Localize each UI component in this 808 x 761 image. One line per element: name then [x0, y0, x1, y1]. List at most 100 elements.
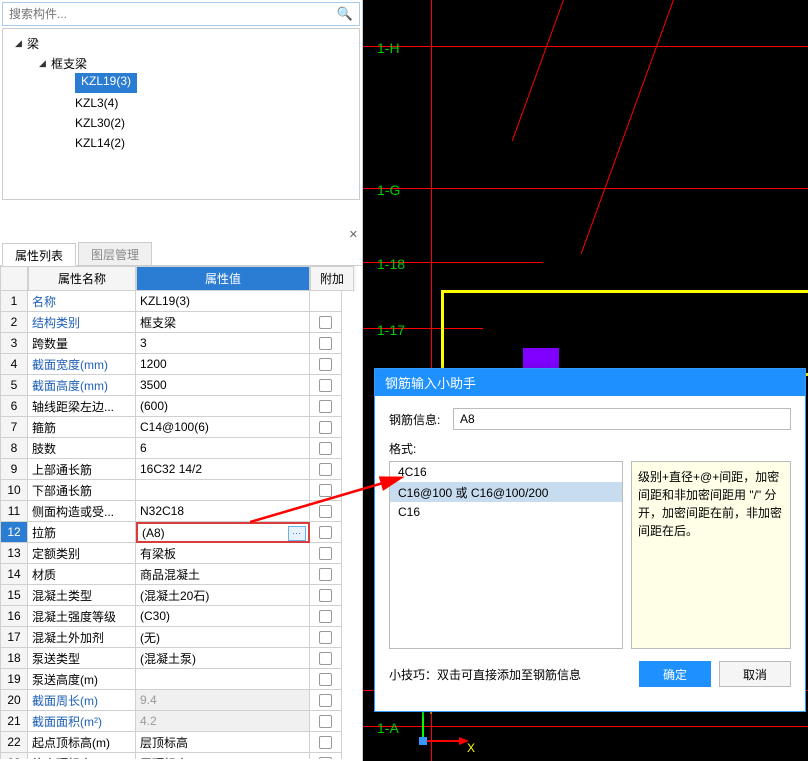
checkbox[interactable]	[319, 736, 332, 749]
tree-item[interactable]: KZL3(4)	[63, 93, 359, 113]
checkbox[interactable]	[319, 610, 332, 623]
property-row[interactable]: 11侧面构造或受...N32C18	[0, 501, 356, 522]
property-row[interactable]: 14材质商品混凝土	[0, 564, 356, 585]
more-button[interactable]: ⋯	[288, 526, 306, 541]
checkbox[interactable]	[319, 526, 332, 539]
property-row[interactable]: 17混凝土外加剂(无)	[0, 627, 356, 648]
extra-cell[interactable]	[310, 648, 342, 669]
property-row[interactable]: 10下部通长筋	[0, 480, 356, 501]
close-icon[interactable]: ✕	[349, 228, 358, 241]
properties-body[interactable]: 1名称KZL19(3)2结构类别框支梁3跨数量34截面宽度(mm)12005截面…	[0, 291, 356, 759]
property-value[interactable]: (混凝土泵)	[136, 648, 310, 669]
checkbox[interactable]	[319, 316, 332, 329]
extra-cell[interactable]	[310, 459, 342, 480]
property-value[interactable]: 1200	[136, 354, 310, 375]
property-value[interactable]: (无)	[136, 627, 310, 648]
property-value[interactable]: 16C32 14/2	[136, 459, 310, 480]
property-row[interactable]: 7箍筋C14@100(6)	[0, 417, 356, 438]
property-row[interactable]: 23终点顶标高(m)层顶标高	[0, 753, 356, 759]
format-option[interactable]: C16	[390, 502, 622, 522]
extra-cell[interactable]	[310, 543, 342, 564]
property-value[interactable]: (混凝土20石)	[136, 585, 310, 606]
property-row[interactable]: 5截面高度(mm)3500	[0, 375, 356, 396]
format-option[interactable]: C16@100 或 C16@100/200	[390, 482, 622, 502]
checkbox[interactable]	[319, 379, 332, 392]
property-row[interactable]: 4截面宽度(mm)1200	[0, 354, 356, 375]
format-options-list[interactable]: 4C16C16@100 或 C16@100/200C16	[389, 461, 623, 649]
dialog-title[interactable]: 钢筋输入小助手	[375, 369, 805, 396]
extra-cell[interactable]	[310, 732, 342, 753]
checkbox[interactable]	[319, 652, 332, 665]
extra-cell[interactable]	[310, 312, 342, 333]
extra-cell[interactable]	[310, 291, 342, 312]
extra-cell[interactable]	[310, 375, 342, 396]
property-value[interactable]	[136, 480, 310, 501]
property-value[interactable]: 有梁板	[136, 543, 310, 564]
property-row[interactable]: 19泵送高度(m)	[0, 669, 356, 690]
extra-cell[interactable]	[310, 522, 342, 543]
tree-item[interactable]: KZL30(2)	[63, 113, 359, 133]
property-value[interactable]: 商品混凝土	[136, 564, 310, 585]
tab-attributes[interactable]: 属性列表	[2, 243, 76, 266]
property-value[interactable]: 层顶标高	[136, 732, 310, 753]
collapse-icon[interactable]: ◢	[15, 38, 27, 49]
extra-cell[interactable]	[310, 354, 342, 375]
property-value[interactable]: (A8)⋯	[136, 522, 310, 543]
checkbox[interactable]	[319, 442, 332, 455]
tree-root[interactable]: ◢ 梁	[15, 33, 359, 53]
checkbox[interactable]	[319, 400, 332, 413]
search-input[interactable]	[9, 7, 337, 21]
property-row[interactable]: 16混凝土强度等级(C30)	[0, 606, 356, 627]
extra-cell[interactable]	[310, 333, 342, 354]
extra-cell[interactable]	[310, 438, 342, 459]
extra-cell[interactable]	[310, 417, 342, 438]
rebar-info-input[interactable]	[453, 408, 791, 430]
checkbox[interactable]	[319, 568, 332, 581]
ok-button[interactable]: 确定	[639, 661, 711, 687]
checkbox[interactable]	[319, 484, 332, 497]
checkbox[interactable]	[319, 589, 332, 602]
property-value[interactable]: 9.4	[136, 690, 310, 711]
tab-layers[interactable]: 图层管理	[78, 242, 152, 265]
property-row[interactable]: 1名称KZL19(3)	[0, 291, 356, 312]
checkbox[interactable]	[319, 337, 332, 350]
checkbox[interactable]	[319, 505, 332, 518]
property-row[interactable]: 18泵送类型(混凝土泵)	[0, 648, 356, 669]
property-value[interactable]: C14@100(6)	[136, 417, 310, 438]
property-row[interactable]: 12拉筋(A8)⋯	[0, 522, 356, 543]
property-row[interactable]: 2结构类别框支梁	[0, 312, 356, 333]
search-icon[interactable]: 🔍	[337, 6, 353, 22]
cancel-button[interactable]: 取消	[719, 661, 791, 687]
checkbox[interactable]	[319, 631, 332, 644]
extra-cell[interactable]	[310, 396, 342, 417]
property-value[interactable]: 层顶标高	[136, 753, 310, 759]
property-value[interactable]: 3	[136, 333, 310, 354]
property-value[interactable]: 框支梁	[136, 312, 310, 333]
property-row[interactable]: 13定额类别有梁板	[0, 543, 356, 564]
checkbox[interactable]	[319, 547, 332, 560]
checkbox[interactable]	[319, 715, 332, 728]
property-value[interactable]: (C30)	[136, 606, 310, 627]
property-row[interactable]: 22起点顶标高(m)层顶标高	[0, 732, 356, 753]
property-row[interactable]: 3跨数量3	[0, 333, 356, 354]
extra-cell[interactable]	[310, 627, 342, 648]
checkbox[interactable]	[319, 358, 332, 371]
extra-cell[interactable]	[310, 606, 342, 627]
extra-cell[interactable]	[310, 711, 342, 732]
checkbox[interactable]	[319, 694, 332, 707]
checkbox[interactable]	[319, 421, 332, 434]
checkbox[interactable]	[319, 757, 332, 760]
property-row[interactable]: 15混凝土类型(混凝土20石)	[0, 585, 356, 606]
property-value[interactable]: (600)	[136, 396, 310, 417]
property-value[interactable]: N32C18	[136, 501, 310, 522]
checkbox[interactable]	[319, 673, 332, 686]
property-value[interactable]	[136, 669, 310, 690]
property-row[interactable]: 20截面周长(m)9.4	[0, 690, 356, 711]
extra-cell[interactable]	[310, 669, 342, 690]
extra-cell[interactable]	[310, 690, 342, 711]
property-value[interactable]: 6	[136, 438, 310, 459]
property-value[interactable]: KZL19(3)	[136, 291, 310, 312]
tree-item[interactable]: KZL14(2)	[63, 133, 359, 153]
extra-cell[interactable]	[310, 501, 342, 522]
format-option[interactable]: 4C16	[390, 462, 622, 482]
